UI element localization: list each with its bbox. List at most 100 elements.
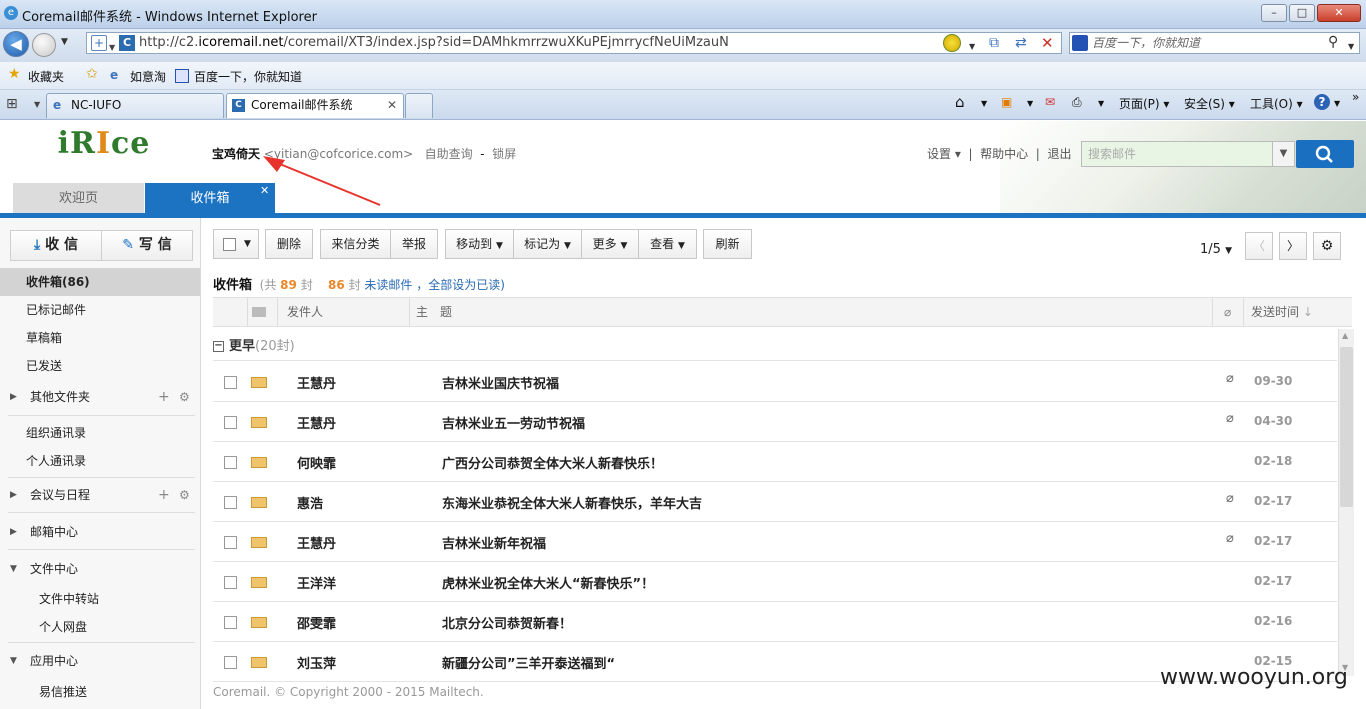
home-icon[interactable]: ⌂ bbox=[955, 93, 965, 111]
table-row[interactable]: 王洋洋 虎林米业祝全体大米人“新春快乐”！ 02-17 bbox=[213, 562, 1337, 602]
addon-icon[interactable] bbox=[943, 34, 961, 52]
sidebar-item-app-center[interactable]: ▼ 应用中心 bbox=[0, 647, 200, 675]
row-checkbox[interactable] bbox=[224, 376, 237, 389]
gear-icon[interactable]: ⚙ bbox=[179, 383, 190, 411]
receive-mail-button[interactable]: ⤓ 收 信 bbox=[10, 230, 102, 261]
col-subject[interactable]: 主 题 bbox=[416, 298, 452, 326]
safety-menu[interactable]: 安全(S) ▾ bbox=[1184, 95, 1235, 112]
maximize-button[interactable]: □ bbox=[1289, 4, 1315, 22]
sidebar-item-yixin-push[interactable]: 易信推送 bbox=[0, 678, 200, 706]
tab-nc-iufo[interactable]: e NC-IUFO bbox=[46, 93, 224, 118]
sidebar-item-flagged[interactable]: 已标记邮件 bbox=[0, 296, 200, 324]
chevron-down-icon[interactable]: ▼ bbox=[1334, 99, 1340, 108]
unread-mail-link[interactable]: 未读邮件 bbox=[364, 278, 412, 292]
sidebar-item-file-center[interactable]: ▼ 文件中心 bbox=[0, 555, 200, 583]
sidebar-item-sent[interactable]: 已发送 bbox=[0, 352, 200, 380]
col-date[interactable]: 发送时间 ↓ bbox=[1251, 298, 1313, 326]
expand-triangle-icon[interactable]: ▶ bbox=[10, 383, 17, 411]
rss-icon[interactable]: ▣ bbox=[1001, 95, 1012, 109]
row-checkbox[interactable] bbox=[224, 536, 237, 549]
help-icon[interactable]: ? bbox=[1314, 94, 1330, 110]
sidebar-item-other-folders[interactable]: ▶ 其他文件夹 + ⚙ bbox=[0, 383, 200, 411]
fav-link-ruyitao[interactable]: 如意淘 bbox=[130, 68, 166, 85]
row-subject[interactable]: 广西分公司恭贺全体大米人新春快乐！ bbox=[442, 453, 663, 472]
row-sender[interactable]: 邵雯霏 bbox=[297, 613, 336, 632]
delete-button[interactable]: 删除 bbox=[265, 229, 313, 259]
fav-link-baidu[interactable]: 百度一下，你就知道 bbox=[194, 68, 302, 85]
row-checkbox[interactable] bbox=[224, 656, 237, 669]
row-sender[interactable]: 王慧丹 bbox=[297, 533, 336, 552]
paperclip-icon[interactable]: ⌀ bbox=[1224, 298, 1231, 326]
mail-icon[interactable]: ✉ bbox=[1045, 95, 1055, 109]
help-center-link[interactable]: 帮助中心 bbox=[980, 147, 1028, 161]
scroll-up-icon[interactable]: ▲ bbox=[1342, 331, 1348, 340]
mail-status-icon[interactable] bbox=[252, 307, 266, 317]
add-favorite-icon[interactable]: ✩ bbox=[86, 66, 98, 82]
row-subject[interactable]: 东海米业恭祝全体大米人新春快乐，羊年大吉 bbox=[442, 493, 702, 512]
quick-tabs-icon[interactable]: ⊞ bbox=[6, 96, 18, 112]
gear-icon[interactable]: ⚙ bbox=[179, 481, 190, 509]
add-folder-icon[interactable]: + bbox=[158, 383, 170, 411]
prev-page-button[interactable]: 〈 bbox=[1245, 232, 1273, 260]
row-sender[interactable]: 王慧丹 bbox=[297, 373, 336, 392]
add-event-icon[interactable]: + bbox=[158, 481, 170, 509]
table-row[interactable]: 王慧丹 吉林米业新年祝福 ⌀ 02-17 bbox=[213, 522, 1337, 562]
sidebar-item-mail-center[interactable]: ▶ 邮箱中心 bbox=[0, 518, 200, 546]
favorites-button[interactable]: 收藏夹 bbox=[28, 68, 64, 85]
settings-menu[interactable]: 设置 bbox=[927, 147, 951, 161]
row-sender[interactable]: 刘玉萍 bbox=[297, 653, 336, 672]
gear-icon[interactable]: ⚙ bbox=[1313, 232, 1341, 260]
sidebar-item-personal-contacts[interactable]: 个人通讯录 bbox=[0, 447, 200, 475]
sidebar-item-personal-disk[interactable]: 个人网盘 bbox=[0, 613, 200, 641]
compose-button[interactable]: ✎ 写 信 bbox=[101, 230, 193, 261]
move-to-button[interactable]: 移动到 ▼ bbox=[445, 229, 514, 259]
browser-search-input[interactable]: 百度一下，你就知道 ⚲ ▼ bbox=[1069, 32, 1360, 54]
scrollbar[interactable]: ▲ ▼ bbox=[1338, 329, 1354, 676]
chevron-down-icon[interactable]: ▼ bbox=[1348, 37, 1354, 57]
more-button[interactable]: 更多 ▼ bbox=[581, 229, 639, 259]
row-subject[interactable]: 新疆分公司”三羊开泰送福到“ bbox=[442, 653, 615, 672]
self-query-link[interactable]: 自助查询 bbox=[425, 147, 473, 161]
sidebar-item-file-transfer[interactable]: 文件中转站 bbox=[0, 585, 200, 613]
chevron-down-icon[interactable]: ▼ bbox=[1098, 99, 1104, 108]
next-page-button[interactable]: 〉 bbox=[1279, 232, 1307, 260]
expand-triangle-icon[interactable]: ▶ bbox=[10, 481, 17, 509]
table-row[interactable]: 王慧丹 吉林米业五一劳动节祝福 ⌀ 04-30 bbox=[213, 402, 1337, 442]
collapse-icon[interactable]: − bbox=[213, 341, 224, 352]
sidebar-item-org-contacts[interactable]: 组织通讯录 bbox=[0, 419, 200, 447]
group-header[interactable]: − 更早(20封) bbox=[213, 335, 295, 354]
mark-as-button[interactable]: 标记为 ▼ bbox=[513, 229, 582, 259]
forward-arrow-icon[interactable] bbox=[32, 33, 56, 57]
row-sender[interactable]: 何映霏 bbox=[297, 453, 336, 472]
table-row[interactable]: 邵雯霏 北京分公司恭贺新春！ 02-16 bbox=[213, 602, 1337, 642]
refresh-icon[interactable]: ⇄ bbox=[1015, 33, 1027, 53]
classify-button[interactable]: 来信分类 bbox=[320, 229, 391, 259]
chevron-down-icon[interactable]: ▼ bbox=[109, 38, 115, 58]
lock-screen-link[interactable]: 锁屏 bbox=[492, 147, 516, 161]
row-subject[interactable]: 吉林米业五一劳动节祝福 bbox=[442, 413, 585, 432]
chevron-down-icon[interactable]: ▼ bbox=[981, 99, 987, 108]
sidebar-item-inbox[interactable]: 收件箱(86) bbox=[0, 268, 200, 296]
row-subject[interactable]: 吉林米业新年祝福 bbox=[442, 533, 546, 552]
row-subject[interactable]: 吉林米业国庆节祝福 bbox=[442, 373, 559, 392]
sidebar-item-calendar[interactable]: ▶ 会议与日程 + ⚙ bbox=[0, 481, 200, 509]
chevron-down-icon[interactable]: ▼ bbox=[1027, 99, 1033, 108]
col-from[interactable]: 发件人 bbox=[287, 298, 323, 326]
mark-all-read-link[interactable]: ，全部设为已读 bbox=[416, 278, 500, 292]
page-indicator[interactable]: 1/5 ▼ bbox=[1200, 242, 1232, 257]
tab-coremail[interactable]: C Coremail邮件系统 ✕ bbox=[226, 93, 404, 118]
close-tab-icon[interactable]: ✕ bbox=[260, 175, 269, 206]
history-dropdown-icon[interactable]: ▼ bbox=[61, 37, 68, 47]
chevron-down-icon[interactable]: ▼ bbox=[34, 100, 40, 109]
page-menu[interactable]: 页面(P) ▾ bbox=[1119, 95, 1169, 112]
search-icon[interactable]: ⚲ bbox=[1328, 32, 1338, 52]
mail-search-input[interactable]: 搜索邮件 bbox=[1081, 141, 1273, 167]
logout-link[interactable]: 退出 bbox=[1047, 147, 1071, 161]
row-checkbox[interactable] bbox=[224, 616, 237, 629]
collapse-triangle-icon[interactable]: ▼ bbox=[10, 647, 17, 675]
print-icon[interactable]: ⎙ bbox=[1072, 95, 1082, 110]
row-subject[interactable]: 虎林米业祝全体大米人“新春快乐”！ bbox=[442, 573, 654, 592]
row-subject[interactable]: 北京分公司恭贺新春！ bbox=[442, 613, 572, 632]
row-checkbox[interactable] bbox=[224, 496, 237, 509]
compat-view-icon[interactable]: + bbox=[91, 35, 107, 51]
